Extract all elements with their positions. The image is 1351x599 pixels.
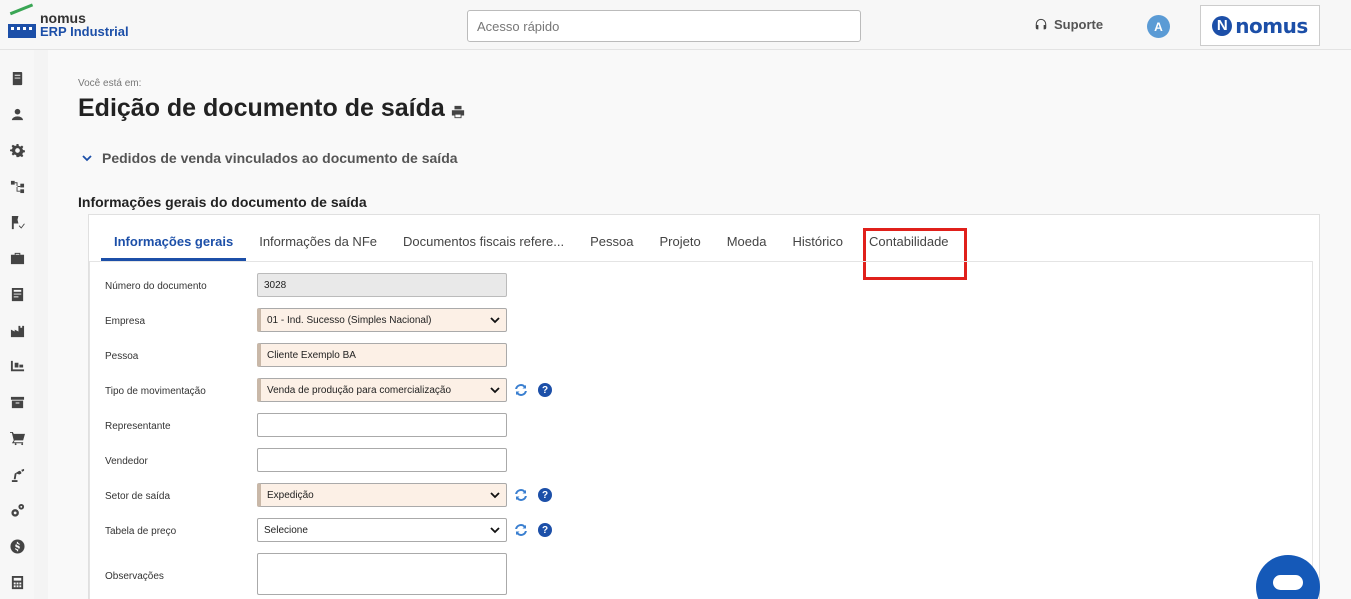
pessoa-label: Pessoa (105, 351, 139, 362)
tabela-preco-select[interactable]: Selecione (257, 518, 507, 542)
print-icon[interactable] (451, 105, 465, 119)
tab-moeda[interactable]: Moeda (714, 231, 780, 261)
help-icon[interactable]: ? (538, 523, 552, 537)
help-icon[interactable]: ? (538, 383, 552, 397)
tab-documentos-fiscais[interactable]: Documentos fiscais refere... (390, 231, 577, 261)
factory-icon[interactable] (9, 322, 25, 338)
page-title: Edição de documento de saída (78, 94, 465, 123)
empresa-label: Empresa (105, 316, 146, 327)
setor-label: Setor de saída (105, 491, 171, 502)
breadcrumb-label: Você está em: (78, 78, 142, 89)
chevron-down-icon (490, 527, 500, 534)
sidebar (0, 50, 34, 599)
tab-projeto[interactable]: Projeto (647, 231, 714, 261)
cart-icon[interactable] (9, 430, 25, 446)
vendedor-input[interactable] (257, 448, 507, 472)
linked-orders-label: Pedidos de venda vinculados ao documento… (102, 150, 458, 166)
refresh-icon[interactable] (513, 487, 529, 503)
tipo-label: Tipo de movimentação (105, 386, 206, 397)
tipo-actions: ? (513, 382, 552, 398)
support-button[interactable]: Suporte (1034, 17, 1103, 32)
pessoa-field[interactable]: Cliente Exemplo BA (257, 343, 507, 367)
brand-n-icon: N (1212, 15, 1233, 36)
chevron-down-icon (490, 387, 500, 394)
book-icon[interactable] (9, 70, 25, 86)
refresh-icon[interactable] (513, 382, 529, 398)
observacoes-label: Observações (105, 571, 164, 582)
top-bar: nomus ERP Industrial Suporte A N nomus (0, 0, 1351, 50)
representante-input[interactable] (257, 413, 507, 437)
vendedor-label: Vendedor (105, 456, 148, 467)
chevron-down-icon (82, 155, 92, 162)
ledger-icon[interactable] (9, 286, 25, 302)
empresa-select[interactable]: 01 - Ind. Sucesso (Simples Nacional) (257, 308, 507, 332)
user-avatar[interactable]: A (1147, 15, 1170, 38)
tab-informacoes-nfe[interactable]: Informações da NFe (246, 231, 390, 261)
tabela-actions: ? (513, 522, 552, 538)
chevron-down-icon (490, 317, 500, 324)
flag-check-icon[interactable] (9, 214, 25, 230)
general-info-form: Número do documento 3028 Empresa 01 - In… (89, 261, 1313, 599)
general-info-panel: Informações gerais Informações da NFe Do… (88, 214, 1320, 599)
tab-bar: Informações gerais Informações da NFe Do… (101, 228, 967, 280)
refresh-icon[interactable] (513, 522, 529, 538)
representante-label: Representante (105, 421, 171, 432)
briefcase-icon[interactable] (9, 250, 25, 266)
tab-pessoa[interactable]: Pessoa (577, 231, 646, 261)
user-icon[interactable] (9, 106, 25, 122)
flow-icon[interactable] (9, 178, 25, 194)
setor-actions: ? (513, 487, 552, 503)
chevron-down-icon (490, 492, 500, 499)
logo-line2: ERP Industrial (40, 24, 129, 39)
brand-name: nomus (1235, 13, 1308, 38)
brand-logo: N nomus (1200, 5, 1320, 46)
main-content: Você está em: Edição de documento de saí… (48, 50, 1351, 599)
tab-historico[interactable]: Histórico (779, 231, 856, 261)
linked-orders-toggle[interactable]: Pedidos de venda vinculados ao documento… (82, 150, 458, 166)
headset-icon (1035, 18, 1047, 29)
calculator-icon[interactable] (9, 574, 25, 590)
setor-saida-select[interactable]: Expedição (257, 483, 507, 507)
numero-field: 3028 (257, 273, 507, 297)
tabela-label: Tabela de preço (105, 526, 177, 537)
pallet-icon[interactable] (9, 358, 25, 374)
observacoes-textarea[interactable] (257, 553, 507, 595)
tipo-movimentacao-select[interactable]: Venda de produção para comercialização (257, 378, 507, 402)
logo-factory-icon (8, 3, 37, 38)
dollar-icon[interactable] (9, 538, 25, 554)
archive-icon[interactable] (9, 394, 25, 410)
tab-informacoes-gerais[interactable]: Informações gerais (101, 231, 247, 261)
tab-contabilidade[interactable]: Contabilidade (856, 231, 962, 261)
numero-label: Número do documento (105, 281, 207, 292)
gears-icon[interactable] (9, 502, 25, 518)
app-logo[interactable]: nomus ERP Industrial (8, 3, 129, 39)
quick-access-input[interactable] (467, 10, 861, 42)
section-title: Informações gerais do documento de saída (78, 194, 367, 210)
robot-arm-icon[interactable] (9, 466, 25, 482)
support-label: Suporte (1054, 17, 1104, 32)
gear-icon[interactable] (9, 142, 25, 158)
help-icon[interactable]: ? (538, 488, 552, 502)
